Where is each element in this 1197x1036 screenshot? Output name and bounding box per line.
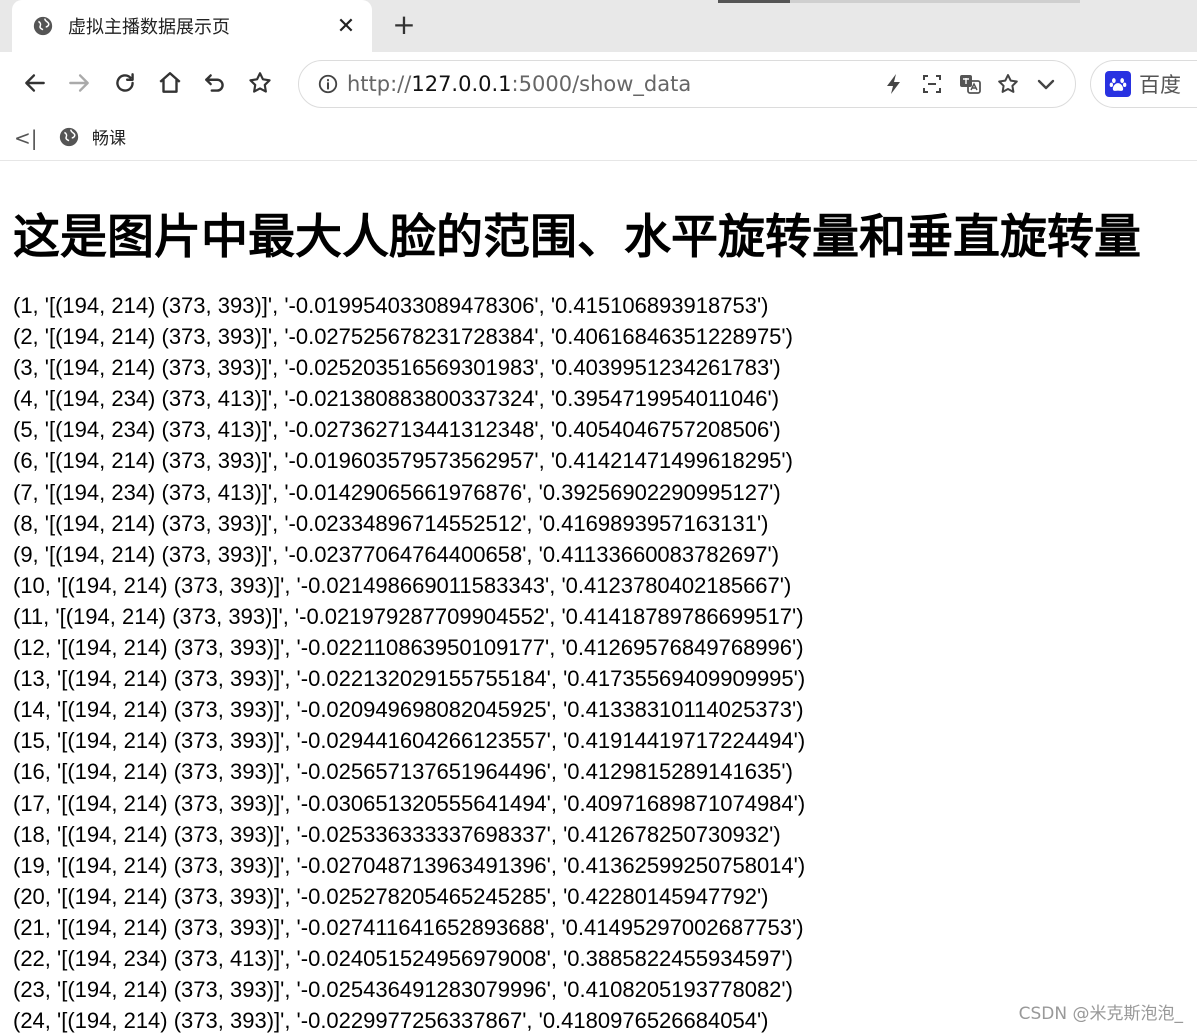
new-tab-button[interactable]: + [388,10,420,42]
data-row: (3, '[(194, 214) (373, 393)]', '-0.02520… [13,355,781,381]
translate-icon [960,75,981,94]
bookmarks-bar: <| 畅课 [0,116,1197,161]
data-row: (4, '[(194, 234) (373, 413)]', '-0.02138… [13,386,780,412]
browser-toolbar: http://127.0.0.1:5000/show_data 百度 [0,52,1197,116]
data-row: (24, '[(194, 214) (373, 393)]', '-0.0229… [13,1008,769,1034]
bookmarks-toggle-button[interactable]: <| [14,126,40,150]
screenshot-button[interactable] [919,71,945,97]
translate-button[interactable] [957,71,983,97]
data-row: (6, '[(194, 214) (373, 393)]', '-0.01960… [13,448,793,474]
data-row: (12, '[(194, 214) (373, 393)]', '-0.0221… [13,635,804,661]
data-row: (9, '[(194, 214) (373, 393)]', '-0.02377… [13,541,780,567]
page-title: 这是图片中最大人脸的范围、水平旋转量和垂直旋转量 [13,210,1141,265]
data-row: (17, '[(194, 214) (373, 393)]', '-0.0306… [13,790,806,816]
undo-icon [205,74,224,92]
home-button[interactable] [153,66,187,100]
data-row: (16, '[(194, 214) (373, 393)]', '-0.0256… [13,759,793,785]
baidu-paw-icon [1105,71,1131,97]
watermark: CSDN @米克斯泡泡_ [1018,1004,1183,1024]
data-row: (13, '[(194, 214) (373, 393)]', '-0.0221… [13,666,806,692]
star-icon [249,72,271,93]
data-row: (2, '[(194, 214) (373, 393)]', '-0.02752… [13,324,793,350]
arrow-right-icon [69,74,89,92]
data-row: (10, '[(194, 214) (373, 393)]', '-0.0214… [13,572,792,598]
forward-button[interactable] [62,66,96,100]
address-dropdown-button[interactable] [1033,71,1059,97]
tab-scroll-track [790,0,1080,3]
data-row: (19, '[(194, 214) (373, 393)]', '-0.0270… [13,852,806,878]
data-row: (14, '[(194, 214) (373, 393)]', '-0.0209… [13,697,804,723]
url-rest: :5000/show_data [511,72,692,96]
favorite-button[interactable] [243,66,277,100]
data-row: (5, '[(194, 234) (373, 413)]', '-0.02736… [13,417,781,443]
star-icon [998,74,1018,93]
accelerate-button[interactable] [881,71,907,97]
lightning-icon [887,74,900,94]
data-row: (7, '[(194, 234) (373, 413)]', '-0.01429… [13,479,781,505]
tab-strip: 虚拟主播数据展示页 ✕ + [0,0,1197,52]
data-row: (1, '[(194, 214) (373, 393)]', '-0.01995… [13,293,769,318]
globe-icon [33,16,53,36]
search-engine-box[interactable]: 百度 [1090,60,1197,108]
tab-scroll-indicator [718,0,790,3]
address-bar-actions [881,71,1059,97]
data-row: (22, '[(194, 234) (373, 413)]', '-0.0240… [13,945,793,971]
data-row: (23, '[(194, 214) (373, 393)]', '-0.0254… [13,977,793,1003]
reload-button[interactable] [108,66,142,100]
arrow-left-icon [25,74,45,92]
home-icon [159,72,181,93]
data-rows: (1, '[(194, 214) (373, 393)]', '-0.01995… [13,290,805,1036]
undo-close-button[interactable] [198,66,232,100]
url-text[interactable]: http://127.0.0.1:5000/show_data [347,72,881,96]
bookmark-star-button[interactable] [995,71,1021,97]
search-engine-label: 百度 [1139,73,1181,97]
url-host: 127.0.0.1 [411,72,512,96]
info-icon[interactable] [317,73,339,95]
data-row: (20, '[(194, 214) (373, 393)]', '-0.0252… [13,883,769,909]
chevron-down-icon [1037,79,1055,90]
close-tab-icon[interactable]: ✕ [334,14,358,39]
bookmark-item[interactable]: 畅课 [58,124,126,149]
data-row: (15, '[(194, 214) (373, 393)]', '-0.0294… [13,728,806,754]
screenshot-icon [923,75,941,93]
tab-active[interactable]: 虚拟主播数据展示页 ✕ [12,0,372,52]
data-row: (8, '[(194, 214) (373, 393)]', '-0.02334… [13,510,769,536]
back-button[interactable] [18,66,52,100]
data-row: (21, '[(194, 214) (373, 393)]', '-0.0274… [13,914,804,940]
tab-title: 虚拟主播数据展示页 [68,17,230,38]
data-row: (11, '[(194, 214) (373, 393)]', '-0.0219… [13,603,804,629]
data-row: (18, '[(194, 214) (373, 393)]', '-0.0253… [13,821,781,847]
globe-icon [59,127,79,146]
bookmark-label: 畅课 [92,129,126,149]
reload-icon [116,73,134,92]
url-prefix: http:// [347,72,412,96]
address-bar[interactable]: http://127.0.0.1:5000/show_data [298,60,1076,108]
